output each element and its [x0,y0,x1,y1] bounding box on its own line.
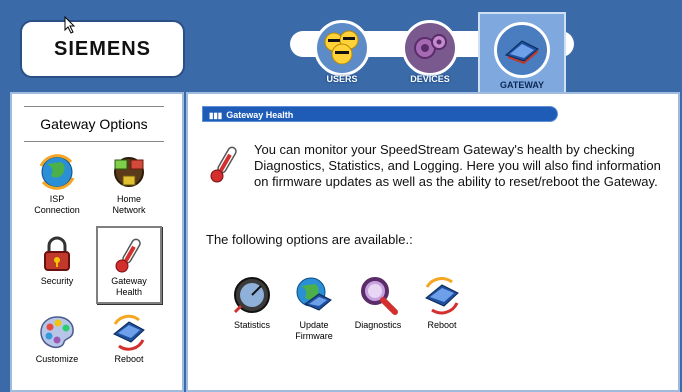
tab-devices[interactable]: DEVICES [388,16,472,88]
sidebar-item-label: Security [40,276,74,286]
logo-text: SIEMENS [53,37,152,60]
thermometer-icon [210,146,237,183]
tab-users-label: USERS [326,74,358,84]
action-label: Update [299,320,329,330]
update-firmware-button[interactable]: Update Firmware [282,274,346,342]
sidebar-item-label: ISP [49,194,65,204]
sidebar-item-customize[interactable]: Customize [26,306,88,380]
tab-users[interactable]: USERS [300,16,384,88]
diagnostics-button[interactable]: Diagnostics [346,274,410,331]
sidebar-item-label: Home [116,194,141,204]
action-label: Diagnostics [354,320,402,330]
sidebar-item-security[interactable]: Security [26,228,88,302]
sidebar-item-label: Gateway [111,276,147,286]
header-bar: SIEMENS USERS DEVICES GATEWAY [0,0,682,92]
tab-devices-label: DEVICES [410,74,450,84]
sidebar-item-label: Reboot [114,354,144,364]
devices-icon [402,20,458,76]
sidebar-item-isp-connection[interactable]: ISP Connection [26,146,88,220]
sidebar-item-label: Network [112,205,146,215]
sidebar-item-label: Health [115,287,142,297]
action-label: Reboot [427,320,457,330]
sidebar-item-reboot[interactable]: Reboot [98,306,160,380]
globe-icon [37,152,77,192]
tab-gateway[interactable]: GATEWAY [478,12,566,92]
reboot-icon [421,274,463,316]
update-firmware-icon [293,274,335,316]
reboot-icon [109,312,149,352]
action-label: Statistics [233,320,270,330]
sidebar-title: Gateway Options [24,106,164,142]
palette-icon [37,312,77,352]
sidebar-item-label: Customize [35,354,79,364]
thermometer-icon [109,234,149,274]
bars-icon: ▮▮▮ [209,111,223,120]
main-panel: ▮▮▮ Gateway Health You can monitor your S… [186,92,680,392]
action-label: Firmware [295,331,333,341]
statistics-icon [231,274,273,316]
section-title: Gateway Health [226,110,294,120]
gateway-icon [494,22,550,78]
lock-icon [37,234,77,274]
sidebar-item-gateway-health[interactable]: Gateway Health [96,226,162,304]
tab-gateway-label: GATEWAY [499,80,544,90]
users-icon [314,20,370,76]
reboot-button[interactable]: Reboot [410,274,474,331]
intro-text: You can monitor your SpeedStream Gateway… [254,142,661,189]
network-icon [109,152,149,192]
siemens-logo: SIEMENS [20,20,185,78]
magnifier-icon [357,274,399,316]
sidebar-item-home-network[interactable]: Home Network [98,146,160,220]
sidebar: Gateway Options ISP Connection Home Netw… [10,92,184,392]
sidebar-item-label: Connection [34,205,80,215]
mouse-cursor-icon [64,16,76,34]
section-header: ▮▮▮ Gateway Health [202,106,558,122]
available-options-text: The following options are available.: [206,232,413,247]
statistics-button[interactable]: Statistics [220,274,284,331]
